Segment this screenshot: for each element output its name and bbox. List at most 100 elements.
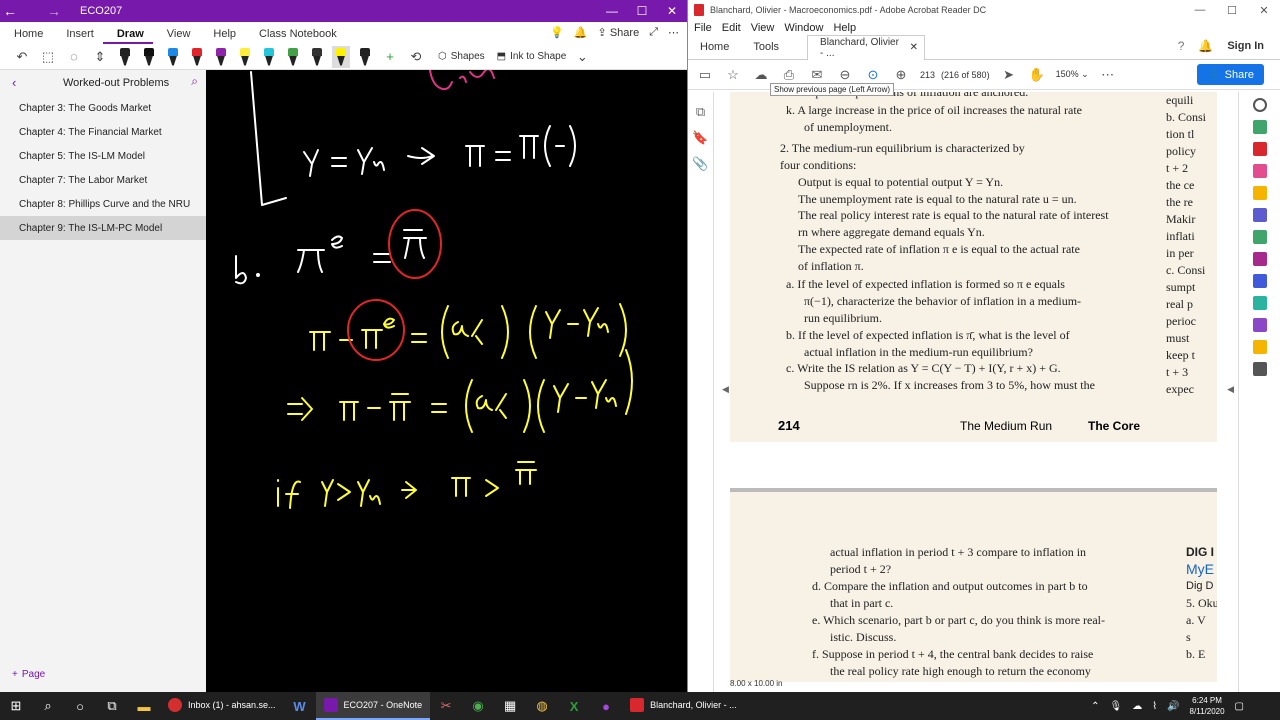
scan-icon[interactable] [1252, 296, 1267, 310]
tab-help[interactable]: Help [199, 28, 245, 44]
network-icon[interactable]: ⌇ [1152, 701, 1157, 712]
print-icon[interactable]: ⎙ [780, 66, 798, 84]
tab-acrobat-home[interactable]: Home [688, 35, 741, 60]
acrobat-share-button[interactable]: 👤 Share [1196, 64, 1264, 85]
excel-icon[interactable]: X [558, 692, 590, 720]
tab-class-notebook[interactable]: Class Notebook [245, 28, 346, 44]
acrobat-minimize-button[interactable]: — [1184, 0, 1216, 20]
lightbulb-icon[interactable]: 💡 [550, 26, 564, 39]
pen-black-2-icon[interactable] [140, 46, 158, 68]
bookmark-icon[interactable]: 🔖 [692, 130, 708, 146]
scroll-right-icon[interactable]: ◀ [1227, 384, 1234, 395]
taskbar-app-opera[interactable]: Inbox (1) - ahsan.se... [160, 692, 284, 720]
search-taskbar-icon[interactable]: ⌕ [32, 692, 64, 720]
zoom-out-icon[interactable]: ⊖ [836, 66, 854, 84]
back-chevron-icon[interactable]: ‹ [12, 75, 16, 90]
page-item-chapter-4[interactable]: Chapter 4: The Financial Market [0, 120, 206, 144]
undo-icon[interactable]: ↶ [12, 47, 32, 67]
page-item-chapter-8[interactable]: Chapter 8: Phillips Curve and the NRU [0, 192, 206, 216]
highlighter-cyan-icon[interactable] [260, 46, 278, 68]
next-page-icon[interactable]: ⊕ [892, 66, 910, 84]
menu-edit[interactable]: Edit [722, 22, 741, 34]
expand-icon[interactable]: ⤢ [649, 26, 658, 39]
microphone-icon[interactable]: 🎙 [1110, 701, 1123, 712]
media-app-icon[interactable]: ● [590, 692, 622, 720]
word-icon[interactable]: W [284, 692, 316, 720]
ink-to-shape-button[interactable]: ⬒ Ink to Shape [497, 51, 567, 62]
send-track-icon[interactable] [1252, 340, 1267, 354]
forward-arrow-icon[interactable]: → [44, 3, 64, 19]
note-canvas[interactable] [206, 70, 687, 692]
pen-blue-icon[interactable] [164, 46, 182, 68]
create-pdf-tool-icon[interactable] [1252, 142, 1267, 156]
page-item-chapter-5[interactable]: Chapter 5: The IS-LM Model [0, 144, 206, 168]
scroll-left-icon[interactable]: ◀ [722, 384, 729, 395]
menu-view[interactable]: View [751, 22, 775, 34]
more-icon[interactable]: ⋯ [668, 26, 679, 39]
windows-start-icon[interactable]: ⊞ [0, 692, 32, 720]
pen-green-icon[interactable] [284, 46, 302, 68]
maximize-button[interactable]: ☐ [627, 0, 657, 22]
chevron-down-icon[interactable]: ⌄ [572, 47, 592, 67]
bookmark-star-icon[interactable]: ☆ [724, 66, 742, 84]
pen-red-icon[interactable] [188, 46, 206, 68]
clock[interactable]: 6:24 PM 8/11/2020 [1190, 695, 1225, 717]
tab-home[interactable]: Home [0, 28, 52, 44]
comment-icon[interactable] [1252, 186, 1267, 200]
snipping-tool-icon[interactable]: ✂ [430, 692, 462, 720]
add-space-icon[interactable]: ⇕ [90, 47, 110, 67]
tab-view[interactable]: View [153, 28, 200, 44]
request-signature-icon[interactable] [1252, 318, 1267, 332]
task-view-icon[interactable]: ⧉ [96, 692, 128, 720]
volume-icon[interactable]: 🔊 [1167, 701, 1179, 712]
zoom-select[interactable]: 150% ⌄ [1056, 69, 1089, 80]
attachment-icon[interactable]: 📎 [692, 156, 708, 172]
protect-icon[interactable] [1252, 274, 1267, 288]
edit-pdf-icon[interactable] [1252, 164, 1267, 178]
pen-black-icon[interactable] [116, 46, 134, 68]
eraser-icon[interactable]: ◌ [64, 47, 84, 67]
highlighter-yellow-selected-icon[interactable] [332, 45, 350, 68]
shapes-button[interactable]: ⬡ Shapes [438, 51, 485, 62]
cortana-icon[interactable]: ○ [64, 692, 96, 720]
export-pdf-icon[interactable] [1252, 120, 1267, 134]
add-page-button[interactable]: + Page [12, 669, 45, 680]
lasso-select-icon[interactable]: ⬚ [38, 47, 58, 67]
back-arrow-icon[interactable]: ← [0, 3, 20, 19]
highlighter-yellow-icon[interactable] [236, 46, 254, 68]
more-tools-icon[interactable]: ⋯ [1099, 66, 1117, 84]
combine-files-icon[interactable] [1252, 208, 1267, 222]
fill-sign-icon[interactable] [1252, 252, 1267, 266]
tab-insert[interactable]: Insert [52, 28, 103, 44]
ruler-icon[interactable]: ⟲ [406, 47, 426, 67]
menu-file[interactable]: File [694, 22, 712, 34]
taskbar-app-onenote[interactable]: ECO207 - OneNote [315, 692, 431, 720]
search-icon[interactable]: ⌕ [191, 74, 198, 89]
notification-bell-icon[interactable]: 🔔 [1198, 39, 1213, 53]
create-pdf-icon[interactable]: ▭ [696, 66, 714, 84]
minimize-button[interactable]: — [597, 0, 627, 22]
pages-icon[interactable]: ⧉ [696, 104, 705, 120]
pen-black-4-icon[interactable] [356, 46, 374, 68]
close-tab-icon[interactable]: ✕ [910, 42, 918, 53]
page-item-chapter-3[interactable]: Chapter 3: The Goods Market [0, 96, 206, 120]
cloud-icon[interactable]: ☁ [1132, 701, 1142, 712]
sign-in-button[interactable]: Sign In [1227, 40, 1264, 52]
tab-draw[interactable]: Draw [102, 28, 153, 44]
pdf-page-view[interactable]: output if expectations of inflation are … [730, 92, 1217, 682]
pen-black-3-icon[interactable] [308, 46, 326, 68]
acrobat-close-button[interactable]: ✕ [1248, 0, 1280, 20]
page-item-chapter-7[interactable]: Chapter 7: The Labor Market [0, 168, 206, 192]
calculator-icon[interactable]: ▦ [494, 692, 526, 720]
add-pen-icon[interactable]: + [380, 47, 400, 67]
taskbar-app-acrobat[interactable]: Blanchard, Olivier - ... [622, 692, 745, 720]
previous-page-icon[interactable]: ⊙ [864, 66, 882, 84]
help-icon[interactable]: ? [1178, 39, 1185, 53]
camtasia-icon[interactable]: ◉ [462, 692, 494, 720]
chrome-icon[interactable]: ◍ [526, 692, 558, 720]
notifications-icon[interactable]: ▢ [1235, 701, 1244, 712]
organize-pages-icon[interactable] [1252, 230, 1267, 244]
select-cursor-icon[interactable]: ➤ [1000, 66, 1018, 84]
page-number-input[interactable]: 213 [920, 70, 935, 80]
tab-acrobat-tools[interactable]: Tools [741, 35, 791, 60]
